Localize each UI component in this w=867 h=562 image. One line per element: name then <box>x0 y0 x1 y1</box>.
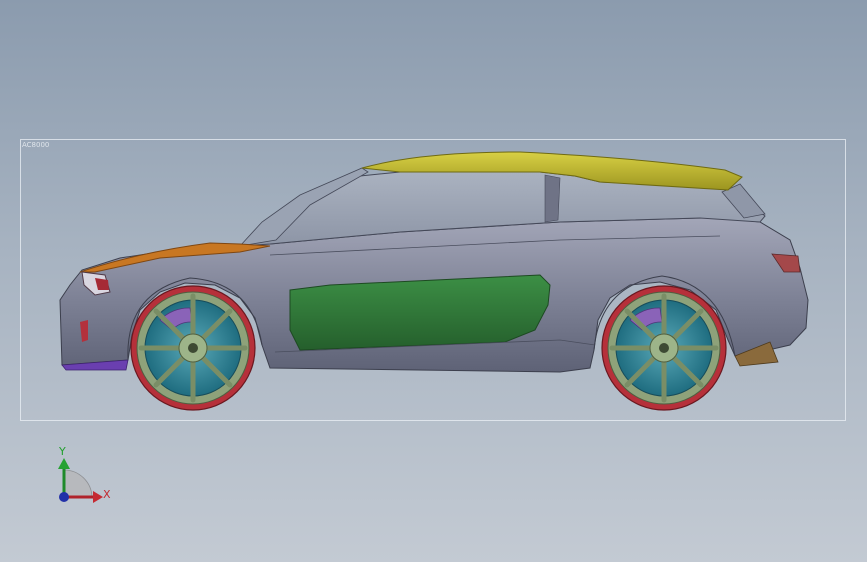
triad-y-label: Y <box>58 445 66 458</box>
triad-plane-icon <box>63 469 93 498</box>
graphics-viewport[interactable]: AC8000 Y X <box>0 0 867 562</box>
door-panel[interactable] <box>289 274 551 351</box>
z-axis-origin-icon <box>59 492 69 502</box>
triad-x-label: X <box>103 488 111 501</box>
front-wheel[interactable] <box>130 285 256 411</box>
reference-triad: Y X <box>58 445 111 503</box>
b-pillar <box>544 174 561 223</box>
car-model[interactable]: Y X <box>0 0 867 562</box>
y-axis-arrow-icon <box>58 458 70 469</box>
rear-wheel[interactable] <box>601 285 727 411</box>
x-axis-arrow-icon <box>93 491 103 503</box>
